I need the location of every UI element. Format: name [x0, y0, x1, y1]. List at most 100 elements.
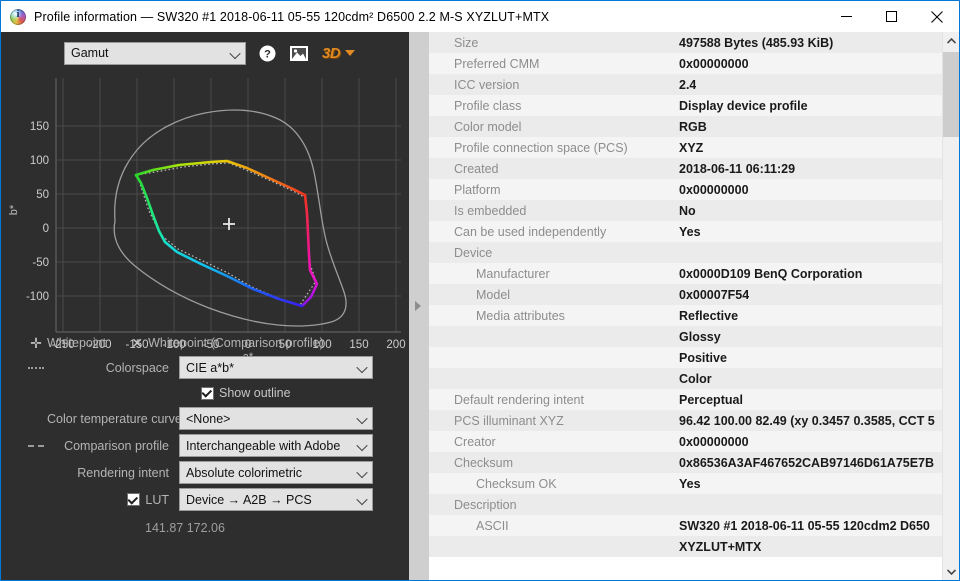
table-row-value: 0x86536A3AF467652CAB97146D61A75E7B: [679, 455, 935, 470]
scrollbar-thumb[interactable]: [943, 52, 959, 137]
table-row-key: Creator: [454, 434, 496, 449]
profile-info-scrollbar[interactable]: [942, 32, 959, 580]
table-row[interactable]: ICC version 2.4: [429, 74, 942, 95]
table-row[interactable]: Platform 0x00000000: [429, 179, 942, 200]
profile-information-window: Profile information — SW320 #1 2018-06-1…: [0, 0, 960, 581]
table-row-key: Checksum OK: [476, 476, 557, 491]
table-row-value: 2.4: [679, 77, 697, 92]
question-mark-icon[interactable]: ?: [256, 42, 278, 64]
table-row[interactable]: Media attributes Reflective: [429, 305, 942, 326]
table-row[interactable]: Glossy: [429, 326, 942, 347]
profile-info-panel: Size 497588 Bytes (485.93 KiB) Preferred C…: [429, 32, 959, 580]
table-row[interactable]: Profile connection space (PCS) XYZ: [429, 137, 942, 158]
table-row-key: Description: [454, 497, 517, 512]
cross-icon: ✕: [131, 334, 143, 351]
table-row-value: 0x00000000: [679, 56, 749, 71]
table-row-value: Yes: [679, 476, 701, 491]
comparison-profile-label: Comparison profile: [64, 438, 169, 453]
table-row[interactable]: Color model RGB: [429, 116, 942, 137]
table-row[interactable]: Checksum 0x86536A3AF467652CAB97146D61A75E…: [429, 452, 942, 473]
info-icon: [10, 8, 26, 25]
rendering-intent-label: Rendering intent: [77, 465, 169, 480]
maximize-button[interactable]: [869, 1, 914, 32]
table-row[interactable]: Creator 0x00000000: [429, 431, 942, 452]
lut-select[interactable]: Device → A2B → PCS: [179, 488, 373, 511]
comparison-profile-select[interactable]: Interchangeable with Adobe: [179, 434, 373, 457]
table-row-value: 0x00000000: [679, 434, 749, 449]
chevron-down-icon: [345, 50, 356, 56]
gamut-panel: Gamut ? 3D 150 100 50 0 -50 -100 -250 -2…: [1, 32, 409, 580]
table-row[interactable]: Size 497588 Bytes (485.93 KiB): [429, 32, 942, 53]
window-body: Gamut ? 3D 150 100 50 0 -50 -100 -250 -2…: [1, 32, 959, 580]
color-temperature-curve-select-wrapper: <None>: [179, 407, 373, 430]
table-row[interactable]: Device: [429, 242, 942, 263]
table-row[interactable]: Model 0x00007F54: [429, 284, 942, 305]
three-d-label: 3D: [322, 44, 341, 62]
table-row-value: Glossy: [679, 329, 721, 344]
scroll-up-button[interactable]: [943, 32, 959, 49]
svg-text:50: 50: [36, 189, 49, 201]
picture-icon[interactable]: [288, 42, 310, 64]
table-row[interactable]: Is embedded No: [429, 200, 942, 221]
table-row-key: ICC version: [454, 77, 520, 92]
view-select-wrapper: Gamut: [1, 41, 246, 65]
table-row[interactable]: Profile class Display device profile: [429, 95, 942, 116]
svg-text:100: 100: [30, 155, 49, 167]
table-row-value: SW320 #1 2018-06-11 05-55 120cdm2 D650: [679, 518, 930, 533]
color-temperature-curve-row: Color temperature curve <None>: [1, 405, 409, 432]
lut-checkbox[interactable]: [127, 493, 141, 506]
svg-text:0: 0: [43, 223, 49, 235]
dashed-line-icon: [25, 444, 47, 447]
show-outline-label: Show outline: [219, 386, 291, 400]
color-temperature-curve-select[interactable]: <None>: [179, 407, 373, 430]
lut-label: LUT: [145, 492, 169, 507]
colorspace-select[interactable]: CIE a*b*: [179, 356, 373, 379]
gamut-controls: ✛ Whitepoint ✕ Whitepoint (Comparison pr…: [1, 332, 409, 580]
scroll-down-button[interactable]: [943, 563, 959, 580]
lut-select-wrapper: Device → A2B → PCS: [179, 488, 373, 511]
table-row-value: Reflective: [679, 308, 739, 323]
rendering-intent-select[interactable]: Absolute colorimetric: [179, 461, 373, 484]
panel-splitter[interactable]: [409, 32, 429, 580]
table-row[interactable]: Checksum OK Yes: [429, 473, 942, 494]
table-row[interactable]: XYZLUT+MTX: [429, 536, 942, 557]
table-row-key: Preferred CMM: [454, 56, 540, 71]
table-row-value: 2018-06-11 06:11:29: [679, 161, 796, 176]
table-row[interactable]: Description: [429, 494, 942, 515]
show-outline-row[interactable]: Show outline: [1, 381, 409, 405]
view-select[interactable]: Gamut: [64, 41, 246, 65]
colorspace-label: Colorspace: [105, 360, 169, 375]
table-row-key: Size: [454, 35, 479, 50]
show-outline-checkbox[interactable]: [201, 386, 214, 400]
table-row[interactable]: Positive: [429, 347, 942, 368]
splitter-arrow-icon: [415, 301, 421, 311]
svg-text:-50: -50: [32, 257, 49, 269]
table-row-value: Yes: [679, 224, 701, 239]
close-button[interactable]: [914, 1, 959, 32]
table-row[interactable]: Color: [429, 368, 942, 389]
gamut-plot[interactable]: 150 100 50 0 -50 -100 -250 -200 -150 -10…: [1, 70, 409, 360]
minimize-button[interactable]: [824, 1, 869, 32]
rendering-intent-row: Rendering intent Absolute colorimetric: [1, 459, 409, 486]
table-row[interactable]: Preferred CMM 0x00000000: [429, 53, 942, 74]
table-row-key: ASCII: [476, 518, 509, 533]
comparison-profile-select-wrapper: Interchangeable with Adobe: [179, 434, 373, 457]
table-row-value: XYZLUT+MTX: [679, 539, 762, 554]
table-row[interactable]: Manufacturer 0x0000D109 BenQ Corporation: [429, 263, 942, 284]
table-row[interactable]: Default rendering intent Perceptual: [429, 389, 942, 410]
comparison-profile-row: Comparison profile Interchangeable with …: [1, 432, 409, 459]
table-row[interactable]: ASCII SW320 #1 2018-06-11 05-55 120cdm2 D…: [429, 515, 942, 536]
y-axis-label: b*: [8, 204, 20, 215]
table-row-key: Profile class: [454, 98, 522, 113]
table-row-key: Color model: [454, 119, 522, 134]
table-row-value: Display device profile: [679, 98, 808, 113]
gamut-toolbar: Gamut ? 3D: [1, 38, 409, 68]
table-row-value: Perceptual: [679, 392, 743, 407]
window-title: Profile information — SW320 #1 2018-06-1…: [34, 9, 550, 24]
table-row-key: Default rendering intent: [454, 392, 584, 407]
table-row[interactable]: Can be used independently Yes: [429, 221, 942, 242]
table-row[interactable]: PCS illuminant XYZ 96.42 100.00 82.49 (xy…: [429, 410, 942, 431]
table-row[interactable]: Created 2018-06-11 06:11:29: [429, 158, 942, 179]
three-d-button[interactable]: 3D: [322, 44, 356, 62]
svg-text:-100: -100: [26, 291, 49, 303]
